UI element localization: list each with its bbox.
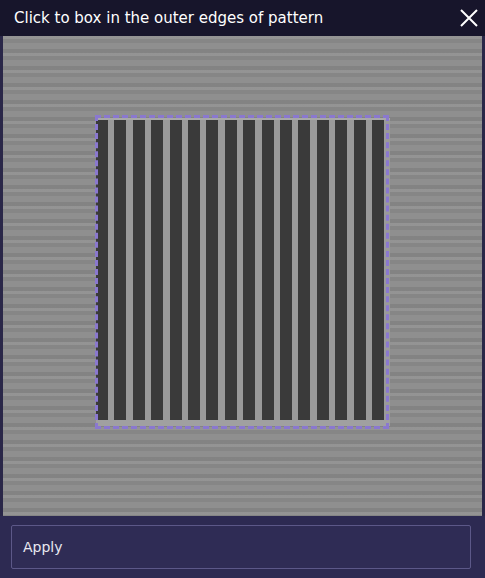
image-viewer bbox=[0, 36, 485, 516]
selection-box[interactable] bbox=[95, 115, 389, 429]
title-bar: Click to box in the outer edges of patte… bbox=[0, 0, 485, 36]
apply-button[interactable]: Apply bbox=[11, 525, 471, 569]
microscope-image[interactable] bbox=[3, 36, 482, 516]
pattern-dialog: Click to box in the outer edges of patte… bbox=[0, 0, 485, 578]
close-icon[interactable] bbox=[459, 8, 479, 28]
dialog-title: Click to box in the outer edges of patte… bbox=[14, 9, 323, 27]
footer: Apply bbox=[0, 516, 485, 578]
stripe-pattern bbox=[96, 118, 390, 426]
